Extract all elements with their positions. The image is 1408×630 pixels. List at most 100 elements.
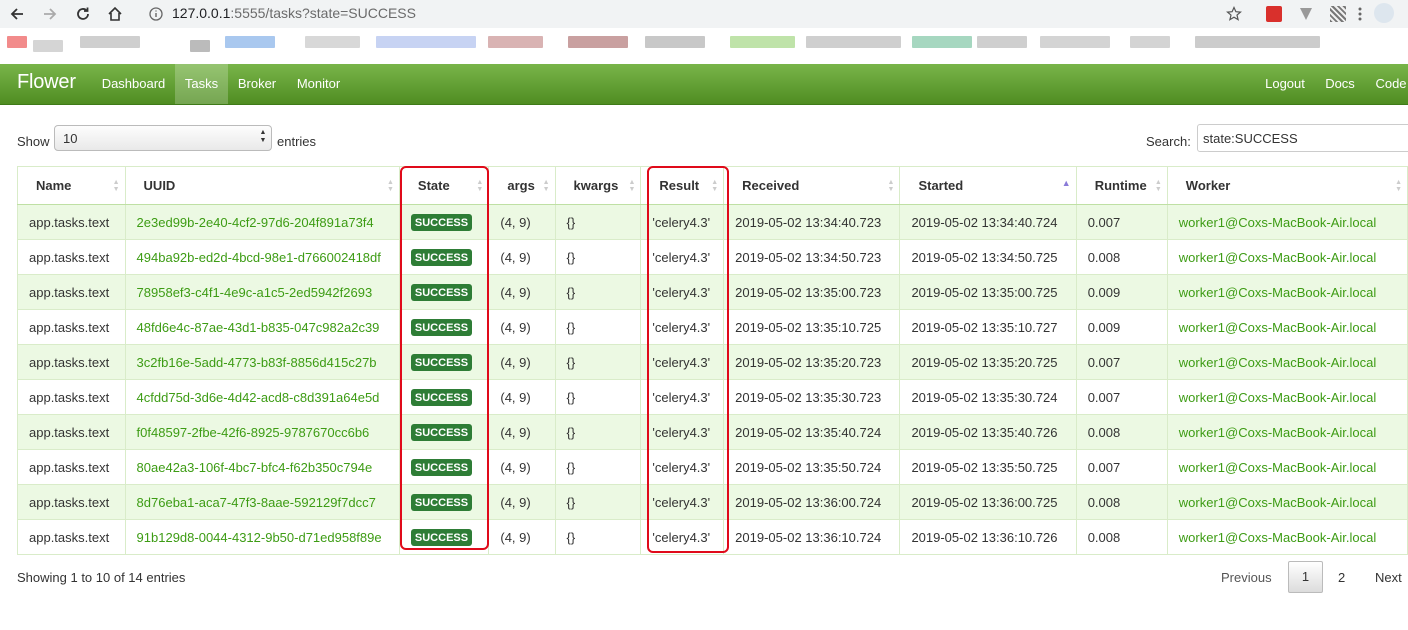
bookmark-item[interactable] — [730, 36, 795, 48]
bookmark-item[interactable] — [1130, 36, 1170, 48]
nav-docs[interactable]: Docs — [1325, 64, 1355, 104]
cell-worker[interactable]: worker1@Coxs-MacBook-Air.local — [1166, 309, 1408, 345]
cell-uuid[interactable]: 494ba92b-ed2d-4bcd-98e1-d766002418df — [124, 239, 400, 275]
cell-uuid[interactable]: 80ae42a3-106f-4bc7-bfc4-f62b350c794e — [124, 449, 400, 485]
cell-name: app.tasks.text — [17, 519, 126, 555]
col-header-runtime[interactable]: Runtime ▲ ▼ — [1075, 166, 1168, 205]
bookmark-item[interactable] — [645, 36, 705, 48]
nav-monitor[interactable]: Monitor — [295, 64, 342, 104]
bookmark-item[interactable] — [977, 36, 1027, 48]
entries-length-select[interactable]: 10 ▲ ▼ — [54, 125, 272, 151]
extension-icon[interactable] — [1298, 6, 1314, 22]
avatar[interactable] — [1374, 3, 1394, 23]
cell-worker[interactable]: worker1@Coxs-MacBook-Air.local — [1166, 379, 1408, 415]
bookmark-item[interactable] — [225, 36, 275, 48]
bookmark-item[interactable] — [190, 40, 210, 52]
bookmark-item[interactable] — [80, 36, 140, 48]
cell-runtime: 0.008 — [1075, 519, 1168, 555]
page-2-button[interactable]: 2 — [1338, 570, 1345, 585]
cell-args: (4, 9) — [488, 414, 556, 450]
search-input[interactable] — [1197, 124, 1408, 152]
cell-kwargs: {} — [554, 239, 642, 275]
cell-received: 2019-05-02 13:35:40.724 — [723, 414, 901, 450]
brand-logo[interactable]: Flower — [17, 71, 76, 94]
cell-worker[interactable]: worker1@Coxs-MacBook-Air.local — [1166, 449, 1408, 485]
cell-worker[interactable]: worker1@Coxs-MacBook-Air.local — [1166, 414, 1408, 450]
menu-icon[interactable] — [1358, 6, 1364, 22]
next-button[interactable]: Next — [1375, 570, 1402, 585]
nav-dashboard[interactable]: Dashboard — [101, 64, 166, 104]
bookmark-item[interactable] — [568, 36, 628, 48]
col-header-started[interactable]: Started ▲ — [899, 166, 1077, 205]
forward-icon[interactable] — [38, 2, 62, 26]
sort-icon: ▲ ▼ — [386, 179, 394, 193]
cell-name: app.tasks.text — [17, 484, 126, 520]
col-header-worker[interactable]: Worker ▲ ▼ — [1166, 166, 1408, 205]
col-header-received[interactable]: Received ▲ ▼ — [723, 166, 901, 205]
back-icon[interactable] — [5, 2, 29, 26]
bookmark-item[interactable] — [305, 36, 360, 48]
cell-worker[interactable]: worker1@Coxs-MacBook-Air.local — [1166, 484, 1408, 520]
cell-worker[interactable]: worker1@Coxs-MacBook-Air.local — [1166, 519, 1408, 555]
cell-runtime: 0.008 — [1075, 239, 1168, 275]
cell-uuid[interactable]: 78958ef3-c4f1-4e9c-a1c5-2ed5942f2693 — [124, 274, 400, 310]
select-arrows-icon: ▲ ▼ — [259, 129, 267, 144]
bookmark-item[interactable] — [1040, 36, 1110, 48]
cell-started: 2019-05-02 13:35:10.727 — [899, 309, 1077, 345]
cell-args: (4, 9) — [488, 484, 556, 520]
cell-args: (4, 9) — [488, 379, 556, 415]
page-1-button[interactable]: 1 — [1288, 561, 1323, 593]
cell-received: 2019-05-02 13:35:00.723 — [723, 274, 901, 310]
star-icon[interactable] — [1222, 2, 1246, 26]
cell-kwargs: {} — [554, 379, 642, 415]
bookmark-item[interactable] — [33, 40, 63, 52]
cell-uuid[interactable]: 2e3ed99b-2e40-4cf2-97d6-204f891a73f4 — [124, 204, 400, 240]
cell-uuid[interactable]: 3c2fb16e-5add-4773-b83f-8856d415c27b — [124, 344, 400, 380]
bookmark-item[interactable] — [376, 36, 476, 48]
info-icon[interactable] — [144, 2, 168, 26]
cell-name: app.tasks.text — [17, 449, 126, 485]
col-header-name[interactable]: Name ▲ ▼ — [17, 166, 126, 205]
bookmark-item[interactable] — [806, 36, 901, 48]
bookmark-item[interactable] — [912, 36, 972, 48]
cell-kwargs: {} — [554, 484, 642, 520]
nav-tasks[interactable]: Tasks — [175, 64, 228, 104]
col-header-uuid[interactable]: UUID ▲ ▼ — [124, 166, 400, 205]
col-header-args[interactable]: args ▲ ▼ — [488, 166, 556, 205]
cell-worker[interactable]: worker1@Coxs-MacBook-Air.local — [1166, 204, 1408, 240]
cell-runtime: 0.009 — [1075, 309, 1168, 345]
sort-icon: ▲ ▼ — [542, 179, 550, 193]
nav-broker[interactable]: Broker — [237, 64, 277, 104]
cell-uuid[interactable]: 48fd6e4c-87ae-43d1-b835-047c982a2c39 — [124, 309, 400, 345]
extension-icon[interactable] — [1266, 6, 1282, 22]
cell-uuid[interactable]: 4cfdd75d-3d6e-4d42-acd8-c8d391a64e5d — [124, 379, 400, 415]
cell-received: 2019-05-02 13:35:10.725 — [723, 309, 901, 345]
nav-logout[interactable]: Logout — [1263, 64, 1307, 104]
bookmark-item[interactable] — [488, 36, 543, 48]
browser-toolbar: 127.0.0.1:5555/tasks?state=SUCCESS — [0, 0, 1408, 28]
col-header-kwargs[interactable]: kwargs ▲ ▼ — [554, 166, 642, 205]
bookmark-item[interactable] — [1195, 36, 1320, 48]
cell-runtime: 0.007 — [1075, 379, 1168, 415]
cell-args: (4, 9) — [488, 274, 556, 310]
cell-uuid[interactable]: 91b129d8-0044-4312-9b50-d71ed958f89e — [124, 519, 400, 555]
cell-worker[interactable]: worker1@Coxs-MacBook-Air.local — [1166, 344, 1408, 380]
bookmark-item[interactable] — [7, 36, 27, 48]
previous-button[interactable]: Previous — [1221, 570, 1272, 585]
cell-kwargs: {} — [554, 344, 642, 380]
cell-started: 2019-05-02 13:35:20.725 — [899, 344, 1077, 380]
cell-uuid[interactable]: f0f48597-2fbe-42f6-8925-9787670cc6b6 — [124, 414, 400, 450]
sort-asc-icon: ▲ — [1061, 178, 1071, 188]
qr-icon[interactable] — [1330, 6, 1346, 22]
cell-started: 2019-05-02 13:34:50.725 — [899, 239, 1077, 275]
cell-kwargs: {} — [554, 449, 642, 485]
cell-received: 2019-05-02 13:36:00.724 — [723, 484, 901, 520]
reload-icon[interactable] — [71, 2, 95, 26]
cell-worker[interactable]: worker1@Coxs-MacBook-Air.local — [1166, 274, 1408, 310]
cell-uuid[interactable]: 8d76eba1-aca7-47f3-8aae-592129f7dcc7 — [124, 484, 400, 520]
url-text[interactable]: 127.0.0.1:5555/tasks?state=SUCCESS — [172, 5, 416, 21]
nav-code[interactable]: Code — [1374, 64, 1408, 104]
cell-args: (4, 9) — [488, 204, 556, 240]
home-icon[interactable] — [103, 2, 127, 26]
cell-worker[interactable]: worker1@Coxs-MacBook-Air.local — [1166, 239, 1408, 275]
